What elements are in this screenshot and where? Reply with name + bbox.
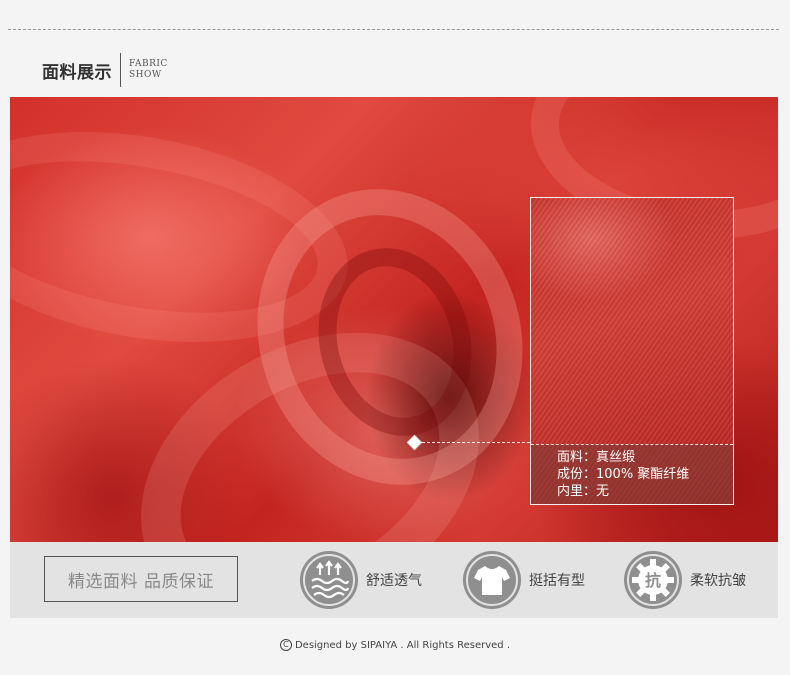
zoom-pointer-line [422,442,530,443]
fabric-fold [10,102,365,372]
section-title-en-line2: SHOW [129,70,162,80]
section-title: 面料展示 [42,62,112,83]
feature-label-anti-wrinkle: 柔软抗皱 [690,573,746,589]
anti-glyph: 抗 [645,571,661,590]
section-header: 面料展示 FABRIC SHOW [42,52,169,88]
feature-breathable: 舒适透气 [300,550,422,610]
section-title-en: FABRIC SHOW [129,59,169,81]
breathable-icon [300,551,358,609]
feature-bar: 精选面料 品质保证 舒适透气 挺括有型 抗 柔软抗皱 [10,542,778,618]
fabric-spec-caption: 面料：真丝缎 成份：100% 聚酯纤维 内里：无 [531,444,733,504]
top-dashed-divider [8,29,779,30]
section-title-en-line1: FABRIC [129,59,168,69]
footer: C Designed by SIPAIYA . All Rights Reser… [0,636,790,654]
fabric-fold [297,230,493,454]
fabric-fold [216,151,564,523]
feature-anti-wrinkle: 抗 柔软抗皱 [624,550,746,610]
feature-label-breathable: 舒适透气 [366,573,422,589]
fabric-fold [89,274,531,542]
feature-label-crisp: 挺括有型 [529,573,585,589]
spec-composition: 成份：100% 聚酯纤维 [557,467,690,482]
spec-lining: 内里：无 [557,484,610,499]
tshirt-icon [463,551,521,609]
copyright-icon: C [279,639,292,651]
anti-wrinkle-gear-icon: 抗 [624,551,682,609]
spec-fabric: 面料：真丝缎 [557,450,636,465]
footer-text: Designed by SIPAIYA . All Rights Reserve… [294,639,511,651]
header-divider [120,53,121,87]
slogan-box: 精选面料 品质保证 [44,556,238,602]
feature-crisp: 挺括有型 [463,550,585,610]
slogan-text: 精选面料 品质保证 [68,571,214,592]
fabric-zoom-detail: 面料：真丝缎 成份：100% 聚酯纤维 内里：无 [530,197,734,505]
